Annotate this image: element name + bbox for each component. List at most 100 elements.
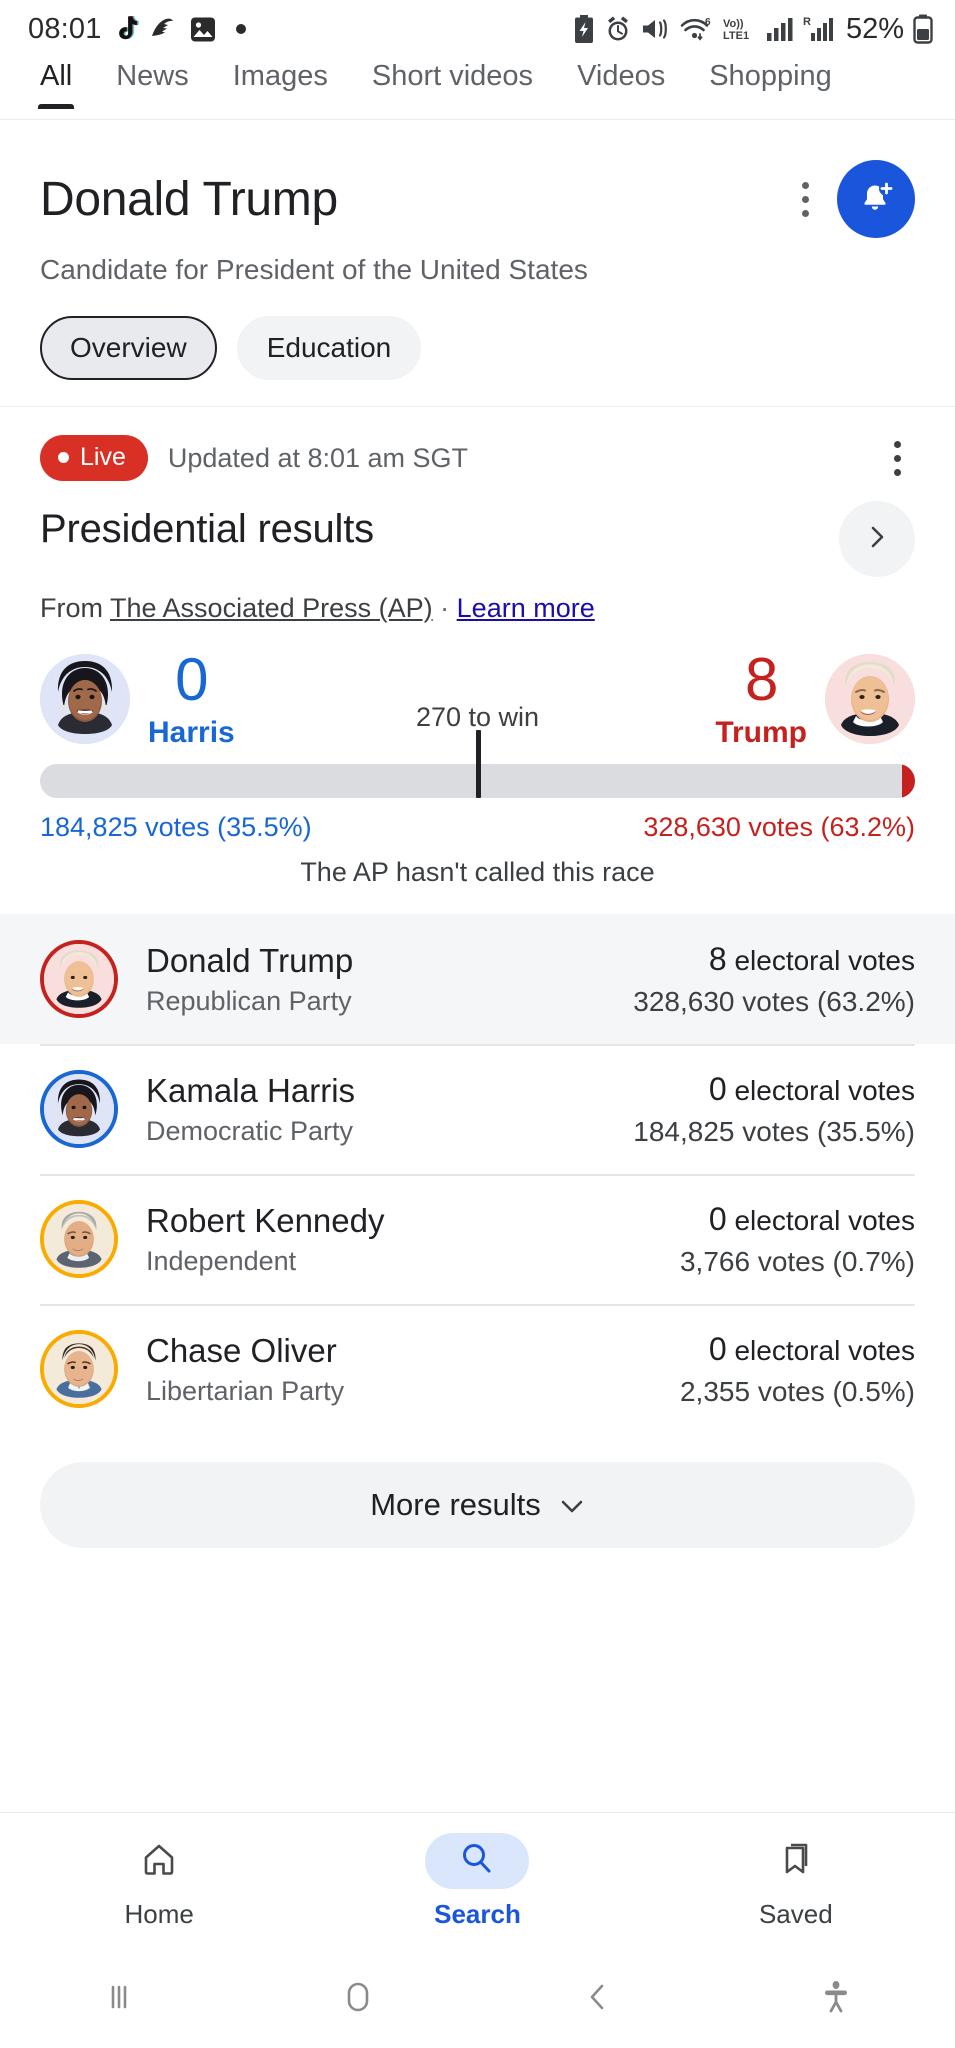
candidate-electoral-votes: 0 electoral votes xyxy=(680,1331,915,1368)
bottom-navigation: Home Search Saved xyxy=(0,1812,955,1950)
chase-oliver-avatar xyxy=(40,1330,118,1408)
knowledge-panel-chips: Overview Education xyxy=(40,316,915,380)
candidate-info: Chase Oliver Libertarian Party xyxy=(146,1332,680,1407)
harris-summary: 0 Harris xyxy=(40,650,235,748)
table-row[interactable]: Kamala Harris Democratic Party 0 elector… xyxy=(0,1044,955,1174)
accessibility-button[interactable] xyxy=(716,1977,955,2022)
tab-all[interactable]: All xyxy=(18,58,94,109)
trump-electoral-count: 8 xyxy=(744,646,778,713)
kebab-dot xyxy=(801,181,809,189)
trump-name: Trump xyxy=(715,716,807,749)
harris-name: Harris xyxy=(148,716,235,749)
candidate-electoral-label: electoral votes xyxy=(734,944,915,976)
candidate-stats: 0 electoral votes 184,825 votes (35.5%) xyxy=(633,1071,915,1148)
candidate-electoral-count: 8 xyxy=(708,940,727,977)
harris-popular-votes: 184,825 votes (35.5%) xyxy=(40,812,312,842)
candidate-electoral-label: electoral votes xyxy=(734,1334,915,1366)
back-button[interactable] xyxy=(478,1978,717,2021)
candidate-stats: 8 electoral votes 328,630 votes (63.2%) xyxy=(633,941,915,1018)
results-more-vertical-icon[interactable] xyxy=(879,440,915,476)
search-category-tabs[interactable]: All News Images Short videos Videos Shop… xyxy=(0,58,955,120)
donald-trump-avatar xyxy=(40,940,118,1018)
trump-numbers: 8 Trump xyxy=(715,650,807,748)
source-name[interactable]: The Associated Press (AP) xyxy=(110,593,433,623)
roaming-signal-icon: R xyxy=(803,15,833,43)
expand-results-button[interactable] xyxy=(839,501,915,577)
kebab-dot xyxy=(893,440,901,448)
kamala-harris-avatar xyxy=(40,1070,118,1148)
signal-bar-icon xyxy=(766,16,794,42)
app-screen: 08:01 6 Vo)) LTE1 R 52% All News Images … xyxy=(0,0,955,2048)
knowledge-panel-title-row: Donald Trump xyxy=(40,160,915,238)
chip-overview[interactable]: Overview xyxy=(40,316,217,380)
nav-item-saved[interactable]: Saved xyxy=(637,1833,955,1930)
candidate-electoral-label: electoral votes xyxy=(734,1074,915,1106)
candidate-electoral-votes: 0 electoral votes xyxy=(680,1201,915,1238)
follow-button[interactable] xyxy=(837,160,915,238)
dot-icon xyxy=(234,22,248,36)
status-badge: Live xyxy=(40,435,148,481)
harris-electoral-count: 0 xyxy=(175,646,208,713)
status-left-icons xyxy=(114,15,248,43)
results-title-row: Presidential results xyxy=(40,501,915,577)
live-dot-icon xyxy=(58,452,69,463)
tab-news[interactable]: News xyxy=(94,58,211,109)
android-system-bar xyxy=(0,1950,955,2048)
search-icon-pill xyxy=(425,1833,530,1889)
trump-popular-votes: 328,630 votes (63.2%) xyxy=(643,812,915,842)
candidate-info: Robert Kennedy Independent xyxy=(146,1202,680,1277)
live-status-row: Live Updated at 8:01 am SGT xyxy=(40,435,915,481)
app-icon xyxy=(150,16,180,42)
mute-vibrate-icon xyxy=(641,16,671,42)
head-to-head: 0 Harris 8 Trump 270 to win 184,825 vote… xyxy=(40,650,915,888)
recents-button[interactable] xyxy=(0,1979,239,2020)
page-subtitle: Candidate for President of the United St… xyxy=(40,254,588,285)
learn-more-link[interactable]: Learn more xyxy=(457,593,595,623)
table-row[interactable]: Chase Oliver Libertarian Party 0 elector… xyxy=(0,1304,955,1434)
candidate-stats: 0 electoral votes 3,766 votes (0.7%) xyxy=(680,1201,915,1278)
nav-item-home[interactable]: Home xyxy=(0,1833,318,1930)
candidate-party: Republican Party xyxy=(146,985,352,1016)
candidate-popular-votes: 184,825 votes (35.5%) xyxy=(633,1115,915,1147)
home-button[interactable] xyxy=(239,1976,478,2023)
volte-lte1-icon: Vo)) LTE1 xyxy=(721,15,757,43)
nav-label-saved: Saved xyxy=(758,1899,833,1929)
chevron-down-icon xyxy=(559,1487,585,1523)
kebab-dot xyxy=(801,195,809,203)
table-row[interactable]: Robert Kennedy Independent 0 electoral v… xyxy=(0,1174,955,1304)
election-results-card: Live Updated at 8:01 am SGT Presidential… xyxy=(0,407,955,888)
status-bar: 08:01 6 Vo)) LTE1 R 52% xyxy=(0,0,955,58)
candidate-electoral-count: 0 xyxy=(708,1330,727,1367)
svg-text:Vo)): Vo)) xyxy=(723,18,744,30)
results-source: From The Associated Press (AP) · Learn m… xyxy=(40,593,915,624)
tab-videos[interactable]: Videos xyxy=(555,58,687,109)
chevron-right-icon xyxy=(864,524,890,555)
recents-icon xyxy=(102,1979,136,2020)
candidate-electoral-votes: 8 electoral votes xyxy=(633,941,915,978)
tab-short-videos[interactable]: Short videos xyxy=(350,58,555,109)
alarm-icon xyxy=(604,15,632,43)
bookmark-icon xyxy=(776,1838,816,1885)
wifi-icon: 6 xyxy=(680,15,712,43)
candidate-name: Kamala Harris xyxy=(146,1071,356,1109)
candidate-popular-votes: 2,355 votes (0.5%) xyxy=(679,1375,915,1407)
popular-vote-row: 184,825 votes (35.5%) 328,630 votes (63.… xyxy=(40,812,915,843)
donald-trump-avatar xyxy=(825,654,915,744)
more-results-button[interactable]: More results xyxy=(40,1462,915,1548)
chip-education[interactable]: Education xyxy=(236,316,422,380)
tab-images[interactable]: Images xyxy=(211,58,350,109)
bookmark-icon-pill xyxy=(744,1833,848,1889)
nav-item-search[interactable]: Search xyxy=(318,1833,636,1930)
candidate-popular-votes: 3,766 votes (0.7%) xyxy=(679,1245,915,1277)
battery-percent-label: 52% xyxy=(845,12,904,45)
tab-shopping[interactable]: Shopping xyxy=(687,58,854,109)
candidate-electoral-label: electoral votes xyxy=(734,1204,915,1236)
candidate-name: Chase Oliver xyxy=(146,1331,337,1369)
tiktok-icon xyxy=(114,15,140,43)
table-row[interactable]: Donald Trump Republican Party 8 electora… xyxy=(0,914,955,1044)
more-vertical-icon[interactable] xyxy=(783,171,827,227)
results-title: Presidential results xyxy=(40,507,374,551)
robert-kennedy-avatar xyxy=(40,1200,118,1278)
battery-icon xyxy=(913,14,933,44)
